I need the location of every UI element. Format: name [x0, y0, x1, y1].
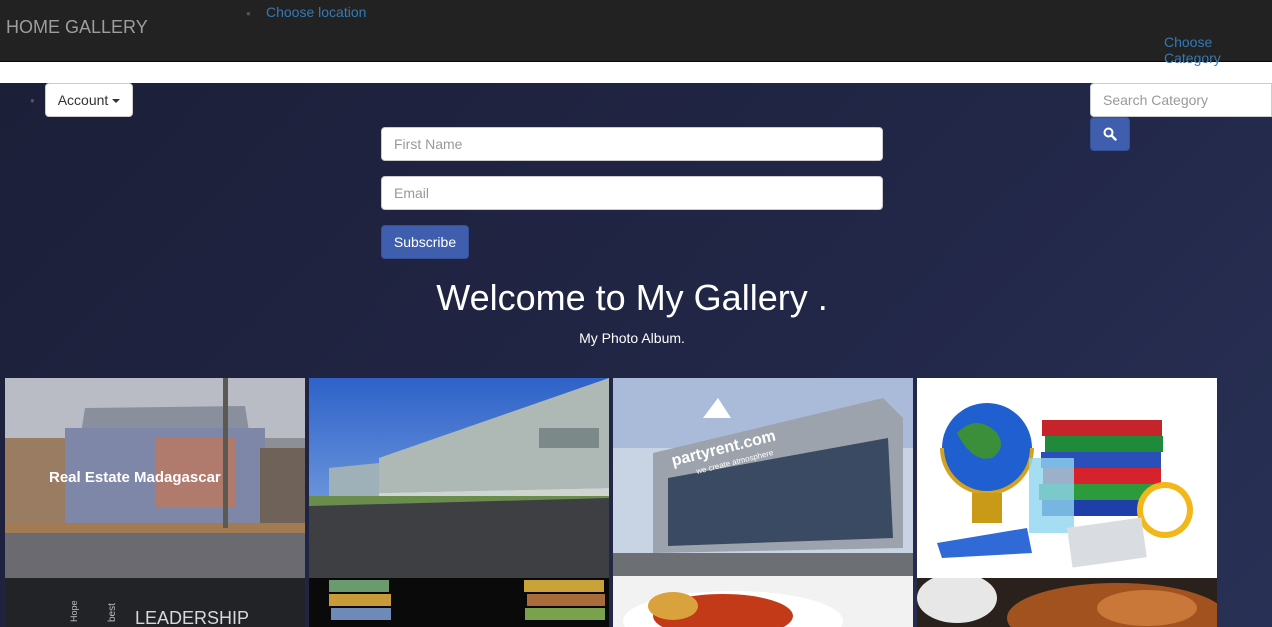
gallery-image-leadership[interactable]: LEADERSHIP Hope best [5, 578, 305, 627]
list-bullet: ● [246, 9, 251, 18]
gallery-image-books[interactable] [309, 578, 609, 627]
subscribe-button[interactable]: Subscribe [381, 225, 469, 259]
search-button[interactable] [1090, 117, 1130, 151]
tile-caption: Real Estate Madagascar [49, 469, 221, 486]
gallery-image-roast[interactable] [917, 578, 1217, 627]
gallery-image-warehouse[interactable] [309, 378, 609, 578]
navbar: HOME GALLERY ● Choose location Choose Ca… [0, 0, 1272, 66]
gallery-image-education[interactable] [917, 378, 1217, 578]
tile-word: Hope [69, 600, 79, 622]
choose-location-link[interactable]: Choose location [266, 4, 366, 20]
account-label: Account [57, 92, 109, 108]
list-bullet: ● [30, 96, 35, 105]
gallery-image-real-estate[interactable]: Real Estate Madagascar [5, 378, 305, 578]
choose-category-link[interactable]: Choose Category [1164, 34, 1272, 66]
email-input[interactable] [381, 176, 883, 210]
tile-word: best [107, 603, 118, 622]
page-subtitle: My Photo Album. [579, 330, 685, 346]
first-name-input[interactable] [381, 127, 883, 161]
navbar-brand[interactable]: HOME GALLERY [6, 17, 148, 38]
caret-down-icon [112, 99, 121, 103]
gallery-image-food[interactable] [613, 576, 913, 627]
tile-caption: LEADERSHIP [135, 608, 249, 627]
page-title: Welcome to My Gallery . [436, 277, 828, 318]
search-category-input[interactable] [1090, 83, 1272, 117]
account-dropdown-button[interactable]: Account [45, 83, 133, 117]
search-icon [1103, 127, 1117, 141]
gallery-image-partyrent[interactable]: partyrent.com we create atmosphere [613, 378, 913, 576]
